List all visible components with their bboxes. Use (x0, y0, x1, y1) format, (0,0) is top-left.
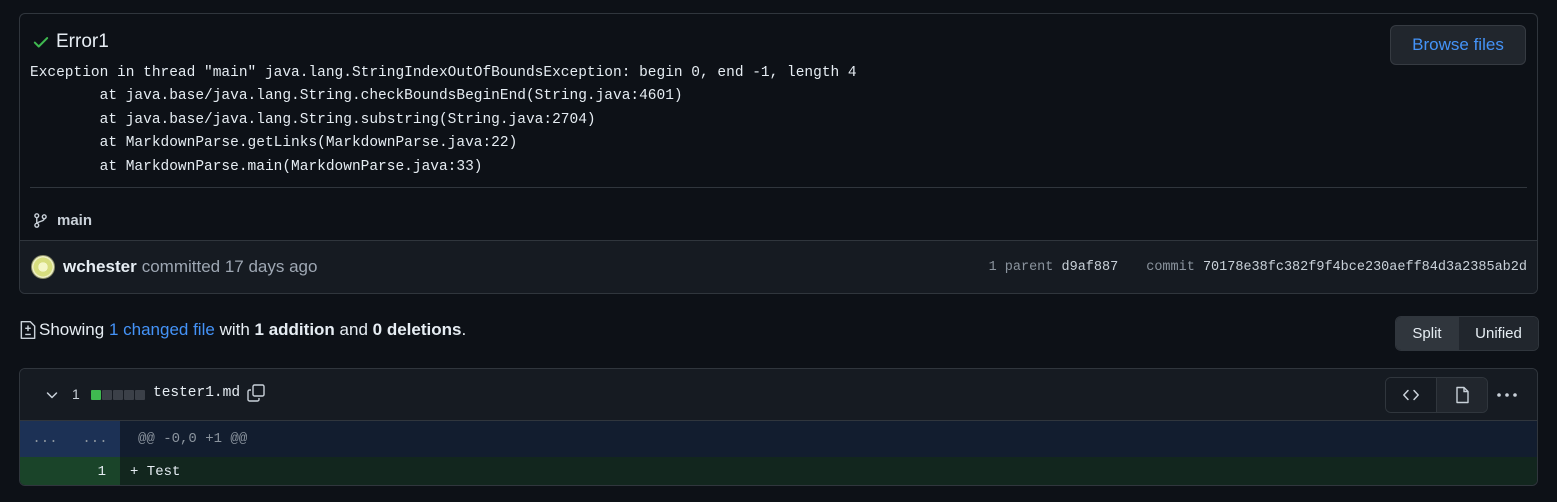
commit-message: Exception in thread "main" java.lang.Str… (30, 65, 857, 175)
split-view-button[interactable]: Split (1396, 317, 1458, 350)
unified-view-button[interactable]: Unified (1458, 317, 1538, 350)
kebab-horizontal-icon[interactable] (1496, 386, 1518, 404)
commit-meta-bar: wchester committed 17 days ago 1 parent … (20, 240, 1537, 293)
diffstat-block-added (91, 390, 101, 400)
deletions-count: 0 deletions (372, 320, 462, 339)
git-branch-icon (34, 213, 47, 228)
committed-time: committed 17 days ago (141, 257, 318, 276)
check-icon (33, 37, 49, 48)
new-line-number[interactable]: 1 (70, 457, 120, 485)
file-diff-icon (20, 320, 36, 340)
file-icon (1456, 386, 1469, 404)
file-header: 1 tester1.md (20, 369, 1537, 421)
diffstat-block-neutral (135, 390, 145, 400)
commit-sha: 70178e38fc382f9f4bce230aeff84d3a2385ab2d (1202, 259, 1527, 275)
view-file-button[interactable] (1436, 378, 1487, 412)
expander-old: ... (32, 431, 58, 447)
summary-with: with (219, 320, 250, 339)
view-code-button[interactable] (1386, 378, 1436, 412)
parent-sha-link[interactable]: d9af887 (1062, 260, 1119, 275)
summary-and: and (339, 320, 368, 339)
commit-title-row: Error1 (32, 31, 109, 53)
file-diff: 1 tester1.md ... ... @@ -0,0 +1 @@ 1 + T… (19, 368, 1538, 486)
diff-summary: Showing 1 changed file with 1 addition a… (19, 320, 466, 340)
commit-label: commit (1146, 259, 1195, 275)
parent-info: 1 parent d9af887 (989, 260, 1119, 275)
diff-view-toggle: Split Unified (1395, 316, 1539, 351)
diff-line-addition: 1 + Test (20, 457, 1537, 485)
additions-count: 1 addition (254, 320, 335, 339)
diffstat-block-neutral (124, 390, 134, 400)
commit-info: commit 70178e38fc382f9f4bce230aeff84d3a2… (1146, 260, 1527, 275)
divider (30, 187, 1527, 188)
summary-prefix: Showing (39, 320, 105, 339)
changed-files-link[interactable]: 1 changed file (109, 320, 215, 340)
branch-label[interactable]: main (32, 212, 92, 229)
file-name-link[interactable]: tester1.md (153, 385, 240, 401)
diffstat-block-neutral (113, 390, 123, 400)
file-view-buttons (1385, 377, 1488, 413)
diff-line-content: + Test (130, 464, 181, 480)
expander-new: ... (82, 431, 108, 447)
author-link[interactable]: wchester (63, 257, 137, 277)
branch-name: main (57, 212, 93, 229)
commit-title: Error1 (56, 31, 109, 52)
commit-shas: 1 parent d9af887 commit 70178e38fc382f9f… (989, 260, 1527, 275)
diffstat (91, 390, 145, 400)
file-change-count: 1 (72, 386, 80, 402)
hunk-header-row: ... ... @@ -0,0 +1 @@ (20, 421, 1537, 457)
commit-box: Error1 Browse files Exception in thread … (19, 13, 1538, 294)
browse-files-button[interactable]: Browse files (1390, 25, 1526, 65)
copy-icon[interactable] (246, 383, 266, 403)
hunk-header: @@ -0,0 +1 @@ (138, 431, 248, 447)
diffstat-block-neutral (102, 390, 112, 400)
summary-period: . (461, 320, 467, 339)
hunk-expander[interactable]: ... ... (20, 421, 120, 457)
avatar[interactable] (31, 255, 55, 279)
old-line-number (20, 457, 70, 485)
code-icon (1403, 389, 1419, 401)
chevron-down-icon[interactable] (44, 387, 60, 403)
parent-label: 1 parent (988, 259, 1054, 275)
